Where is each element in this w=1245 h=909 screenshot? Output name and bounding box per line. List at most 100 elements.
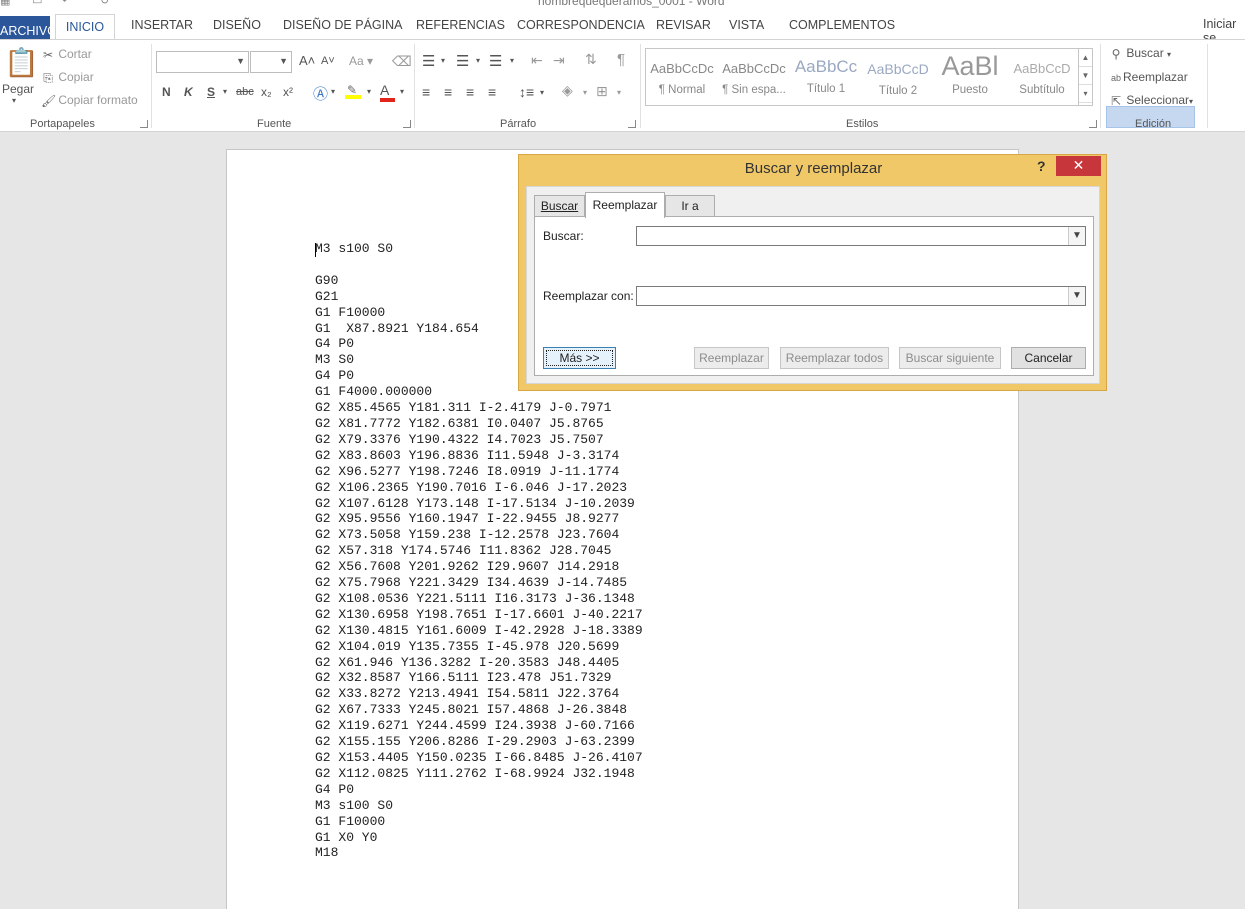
- bold-button[interactable]: N: [162, 85, 171, 99]
- replace-button[interactable]: Reemplazar: [694, 347, 769, 369]
- grow-font-button[interactable]: A˄: [299, 53, 315, 68]
- word-icon[interactable]: ▦: [0, 0, 12, 7]
- multilevel-list-icon[interactable]: ☰: [489, 52, 502, 70]
- document-line[interactable]: G2 X130.6958 Y198.7651 I-17.6601 J-40.22…: [315, 607, 643, 623]
- chevron-down-icon[interactable]: ▾: [540, 88, 544, 97]
- document-line[interactable]: G2 X96.5277 Y198.7246 I8.0919 J-11.1774: [315, 464, 643, 480]
- shading-icon[interactable]: ◈: [562, 82, 573, 99]
- shrink-font-button[interactable]: A˅: [321, 55, 335, 67]
- paste-dropdown-icon[interactable]: ▾: [12, 96, 16, 105]
- document-line[interactable]: G1 X0 Y0: [315, 830, 643, 846]
- replace-dropdown-icon[interactable]: ▼: [1068, 287, 1085, 305]
- superscript-button[interactable]: x²: [283, 85, 293, 99]
- tab-diseno[interactable]: DISEÑO: [213, 18, 261, 32]
- bullets-icon[interactable]: ☰: [422, 52, 435, 70]
- paragraph-launcher-icon[interactable]: [628, 120, 636, 128]
- find-input[interactable]: [636, 226, 1086, 246]
- paste-icon[interactable]: 📋: [4, 46, 39, 79]
- tab-diseno-pagina[interactable]: DISEÑO DE PÁGINA: [283, 18, 402, 32]
- find-next-button[interactable]: Buscar siguiente: [899, 347, 1001, 369]
- tab-buscar[interactable]: Buscar: [534, 195, 585, 217]
- document-line[interactable]: G4 P0: [315, 782, 643, 798]
- document-line[interactable]: G2 X75.7968 Y221.3429 I34.4639 J-14.7485: [315, 575, 643, 591]
- cut-button[interactable]: ✂ Cortar: [41, 47, 92, 62]
- document-line[interactable]: G2 X112.0825 Y111.2762 I-68.9924 J32.194…: [315, 766, 643, 782]
- style-no-spacing[interactable]: AaBbCcDc ¶ Sin espa...: [719, 51, 789, 103]
- document-line[interactable]: G2 X57.318 Y174.5746 I11.8362 J28.7045: [315, 543, 643, 559]
- save-icon[interactable]: ▭: [32, 0, 44, 7]
- undo-icon[interactable]: ↶: [62, 0, 74, 7]
- underline-button[interactable]: S: [207, 85, 215, 99]
- tab-revisar[interactable]: REVISAR: [656, 18, 711, 32]
- scroll-up-icon[interactable]: ▲: [1079, 49, 1092, 67]
- numbering-icon[interactable]: ☰: [456, 52, 469, 70]
- scroll-down-icon[interactable]: ▼: [1079, 67, 1092, 85]
- chevron-down-icon[interactable]: ▾: [331, 87, 335, 96]
- style-subtitle[interactable]: AaBbCcD Subtítulo: [1007, 51, 1077, 103]
- close-button[interactable]: ✕: [1056, 156, 1101, 176]
- document-line[interactable]: G2 X130.4815 Y161.6009 I-42.2928 J-18.33…: [315, 623, 643, 639]
- chevron-down-icon[interactable]: ▾: [583, 88, 587, 97]
- text-effects-icon[interactable]: Ⓐ: [313, 83, 328, 104]
- document-line[interactable]: G2 X155.155 Y206.8286 I-29.2903 J-63.239…: [315, 734, 643, 750]
- align-center-icon[interactable]: ≡: [444, 84, 452, 100]
- document-line[interactable]: G2 X32.8587 Y166.5111 I23.478 J51.7329: [315, 670, 643, 686]
- style-heading-2[interactable]: AaBbCcD Título 2: [863, 51, 933, 103]
- gallery-expand-icon[interactable]: ▾: [1079, 85, 1092, 103]
- document-line[interactable]: G2 X108.0536 Y221.5111 I16.3173 J-36.134…: [315, 591, 643, 607]
- line-spacing-icon[interactable]: ↕≡: [519, 84, 534, 100]
- highlight-button[interactable]: ✎: [345, 82, 361, 99]
- tab-correspondencia[interactable]: CORRESPONDENCIA: [517, 18, 645, 32]
- select-button[interactable]: ⇱ Seleccionar▾: [1109, 93, 1193, 108]
- document-line[interactable]: G2 X119.6271 Y244.4599 I24.3938 J-60.716…: [315, 718, 643, 734]
- borders-icon[interactable]: ⊞: [596, 83, 608, 100]
- document-line[interactable]: G2 X79.3376 Y190.4322 I4.7023 J5.7507: [315, 432, 643, 448]
- chevron-down-icon[interactable]: ▾: [367, 87, 371, 96]
- document-line[interactable]: G2 X67.7333 Y245.8021 I57.4868 J-26.3848: [315, 702, 643, 718]
- clipboard-launcher-icon[interactable]: [140, 120, 148, 128]
- chevron-down-icon[interactable]: ▾: [617, 88, 621, 97]
- style-title[interactable]: AaBl Puesto: [935, 51, 1005, 103]
- document-line[interactable]: G2 X33.8272 Y213.4941 I54.5811 J22.3764: [315, 686, 643, 702]
- format-painter-button[interactable]: 🖌 Copiar formato: [41, 93, 138, 108]
- document-line[interactable]: G2 X73.5058 Y159.238 I-12.2578 J23.7604: [315, 527, 643, 543]
- font-color-button[interactable]: A: [380, 82, 395, 102]
- justify-icon[interactable]: ≡: [488, 84, 496, 100]
- style-normal[interactable]: AaBbCcDc ¶ Normal: [647, 51, 717, 103]
- strikethrough-button[interactable]: abc: [236, 86, 254, 98]
- document-line[interactable]: G2 X95.9556 Y160.1947 I-22.9455 J8.9277: [315, 511, 643, 527]
- chevron-down-icon[interactable]: ▾: [223, 87, 227, 96]
- style-heading-1[interactable]: AaBbCc Título 1: [791, 51, 861, 103]
- document-line[interactable]: M18: [315, 845, 643, 861]
- chevron-down-icon[interactable]: ▾: [441, 56, 445, 65]
- more-button[interactable]: Más >>: [543, 347, 616, 369]
- styles-launcher-icon[interactable]: [1089, 120, 1097, 128]
- sort-icon[interactable]: ⇅: [585, 51, 597, 68]
- font-name-combo[interactable]: ▼: [156, 51, 249, 73]
- subscript-button[interactable]: x₂: [261, 85, 272, 99]
- document-line[interactable]: G2 X83.8603 Y196.8836 I11.5948 J-3.3174: [315, 448, 643, 464]
- change-case-button[interactable]: Aa ▾: [349, 54, 373, 68]
- align-right-icon[interactable]: ≡: [466, 84, 474, 100]
- paste-button[interactable]: Pegar: [2, 82, 34, 96]
- redo-icon[interactable]: ↻: [100, 0, 112, 7]
- document-line[interactable]: G2 X61.946 Y136.3282 I-20.3583 J48.4405: [315, 655, 643, 671]
- align-left-icon[interactable]: ≡: [422, 84, 430, 100]
- chevron-down-icon[interactable]: ▾: [476, 56, 480, 65]
- replace-button[interactable]: ab Reemplazar: [1109, 70, 1188, 85]
- tab-inicio[interactable]: INICIO: [55, 14, 115, 41]
- document-line[interactable]: G2 X106.2365 Y190.7016 I-6.046 J-17.2023: [315, 480, 643, 496]
- document-line[interactable]: M3 s100 S0: [315, 798, 643, 814]
- find-dropdown-icon[interactable]: ▼: [1068, 227, 1085, 245]
- replace-all-button[interactable]: Reemplazar todos: [780, 347, 889, 369]
- document-line[interactable]: G2 X153.4405 Y150.0235 I-66.8485 J-26.41…: [315, 750, 643, 766]
- chevron-down-icon[interactable]: ▾: [510, 56, 514, 65]
- tab-reemplazar[interactable]: Reemplazar: [585, 192, 665, 218]
- increase-indent-icon[interactable]: ⇥: [553, 52, 565, 69]
- italic-button[interactable]: K: [184, 85, 193, 99]
- copy-button[interactable]: ⎘ Copiar: [41, 70, 94, 85]
- chevron-down-icon[interactable]: ▾: [400, 87, 404, 96]
- tab-insertar[interactable]: INSERTAR: [131, 18, 193, 32]
- document-line[interactable]: G1 F10000: [315, 814, 643, 830]
- replace-input[interactable]: [636, 286, 1086, 306]
